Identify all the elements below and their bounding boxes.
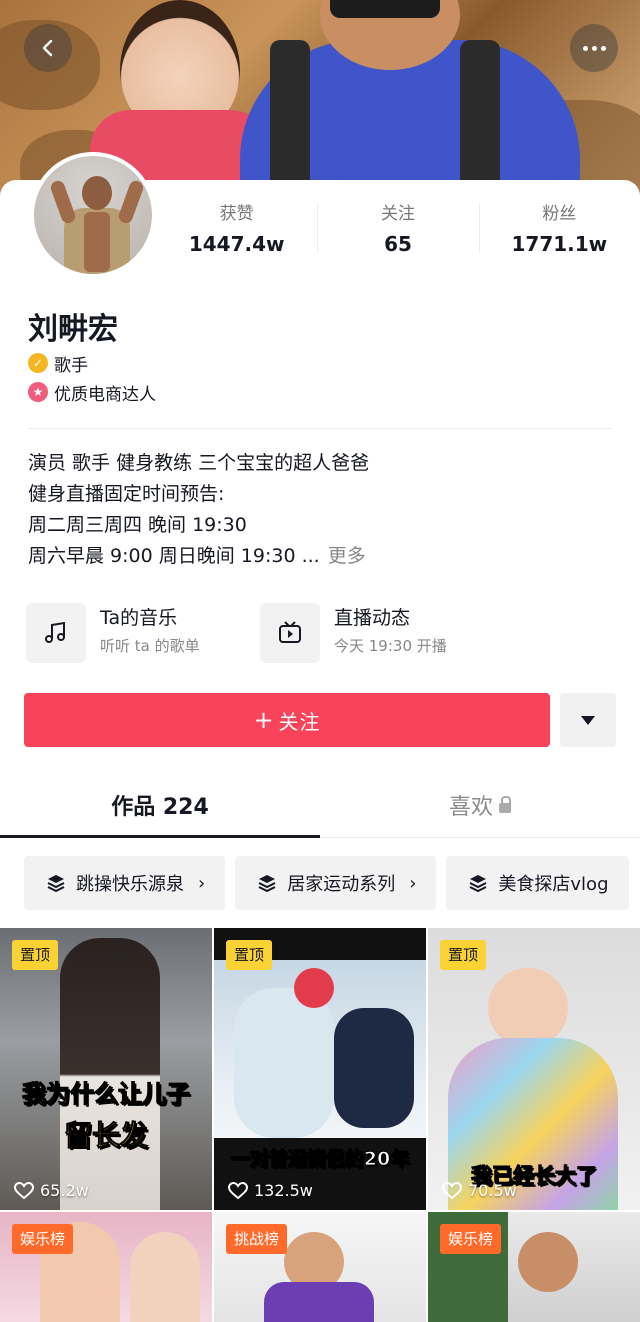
video-thumbnail[interactable]: 娱乐榜 (428, 1212, 640, 1322)
collection-label: 美食探店vlog (498, 874, 609, 895)
tag-label: 歌手 (54, 355, 88, 376)
feature-music[interactable]: Ta的音乐 听听 ta 的歌单 (26, 603, 200, 663)
collection-chips: 跳操快乐源泉 › 居家运动系列 › 美食探店vlog (24, 856, 640, 910)
heart-icon (228, 1181, 248, 1199)
like-count-value: 132.5w (254, 1181, 313, 1200)
music-note-icon (26, 603, 86, 663)
stat-label: 粉丝 (542, 204, 577, 224)
content-tabs: 作品 224 喜欢 (0, 780, 640, 838)
video-thumbnail[interactable]: 置顶 一对普通情侣的20年 132.5w (214, 928, 426, 1210)
more-dots-icon (591, 45, 597, 51)
video-grid: 置顶 我为什么让儿子 留长发 65.2w 置顶 一对普通情侣的20年 132.5… (0, 928, 640, 1322)
chevron-right-icon: › (409, 872, 417, 894)
follow-button[interactable]: + 关注 (24, 693, 550, 747)
profile-tag-singer: ✓ 歌手 (28, 351, 88, 376)
video-caption: 留长发 (63, 1119, 148, 1153)
profile-stats: 获赞 1447.4w 关注 65 粉丝 1771.1w (156, 200, 640, 260)
like-count: 132.5w (228, 1181, 313, 1200)
collection-chip[interactable]: 居家运动系列 › (235, 856, 437, 910)
back-button[interactable] (24, 24, 72, 72)
rank-badge: 娱乐榜 (12, 1224, 74, 1254)
tag-label: 优质电商达人 (54, 384, 156, 405)
chevron-left-icon (42, 39, 53, 57)
bio-line-last: 周六早晨 9:00 周日晚间 19:30 ... 更多 (28, 541, 618, 572)
feature-subtitle: 听听 ta 的歌单 (100, 637, 200, 655)
stat-followers[interactable]: 粉丝 1771.1w (478, 200, 640, 260)
lock-icon (499, 796, 511, 813)
tab-likes[interactable]: 喜欢 (320, 780, 640, 837)
tab-label: 喜欢 (448, 795, 493, 820)
profile-tag-merchant[interactable]: ★ 优质电商达人 (28, 380, 156, 405)
video-thumbnail[interactable]: 娱乐榜 (0, 1212, 212, 1322)
video-caption: 我为什么让儿子 (22, 1080, 191, 1109)
avatar[interactable] (30, 152, 156, 278)
layers-icon (469, 875, 487, 893)
caret-down-icon (581, 715, 595, 725)
profile-name: 刘畊宏 (28, 312, 118, 347)
stat-value: 1771.1w (511, 232, 608, 256)
more-dots-icon (582, 45, 588, 51)
rank-badge: 挑战榜 (226, 1224, 288, 1254)
like-count: 65.2w (14, 1181, 89, 1200)
layers-icon (258, 875, 276, 893)
pinned-badge: 置顶 (12, 940, 59, 970)
chevron-right-icon: › (198, 872, 206, 894)
bio-line: 周二周三周四 晚间 19:30 (28, 514, 247, 536)
stat-label: 关注 (380, 204, 415, 224)
more-dots-icon (600, 45, 606, 51)
pinned-badge: 置顶 (440, 940, 487, 970)
stat-value: 65 (384, 232, 412, 256)
live-tv-icon (260, 603, 320, 663)
heart-icon (14, 1181, 34, 1199)
recommend-dropdown-button[interactable] (560, 693, 616, 747)
tab-works[interactable]: 作品 224 (0, 780, 320, 838)
layers-icon (47, 875, 65, 893)
feature-subtitle: 今天 19:30 开播 (334, 637, 447, 655)
stat-label: 获赞 (219, 204, 254, 224)
stat-following[interactable]: 关注 65 (317, 200, 478, 260)
feature-title: Ta的音乐 (100, 607, 178, 629)
plus-icon: + (253, 706, 275, 734)
follow-label: 关注 (278, 709, 321, 734)
heart-icon (442, 1181, 462, 1199)
bio-more-link[interactable]: 更多 (328, 545, 366, 567)
collection-chip[interactable]: 美食探店vlog (446, 856, 629, 910)
collection-chip[interactable]: 跳操快乐源泉 › (24, 856, 226, 910)
collection-label: 跳操快乐源泉 (76, 874, 184, 895)
profile-bio: 演员 歌手 健身教练 三个宝宝的超人爸爸 健身直播固定时间预告: 周二周三周四 … (28, 448, 618, 572)
video-thumbnail[interactable]: 置顶 我已经长大了 70.5w (428, 928, 640, 1210)
divider (28, 428, 612, 429)
feature-live[interactable]: 直播动态 今天 19:30 开播 (260, 603, 447, 663)
feature-title: 直播动态 (334, 607, 411, 629)
verified-icon: ✓ (28, 353, 48, 373)
more-options-button[interactable] (570, 24, 618, 72)
collection-label: 居家运动系列 (287, 874, 396, 895)
video-thumbnail[interactable]: 置顶 我为什么让儿子 留长发 65.2w (0, 928, 212, 1210)
stat-value: 1447.4w (188, 232, 285, 256)
stat-likes[interactable]: 获赞 1447.4w (156, 200, 317, 260)
video-caption: 一对普通情侣的20年 (230, 1148, 410, 1171)
pinned-badge: 置顶 (226, 940, 273, 970)
video-thumbnail[interactable]: 挑战榜 (214, 1212, 426, 1322)
bio-line: 健身直播固定时间预告: (28, 483, 225, 505)
bio-line: 演员 歌手 健身教练 三个宝宝的超人爸爸 (28, 452, 370, 474)
like-count-value: 70.5w (468, 1181, 517, 1200)
like-count: 70.5w (442, 1181, 517, 1200)
rank-badge: 娱乐榜 (440, 1224, 502, 1254)
like-count-value: 65.2w (40, 1181, 89, 1200)
bio-line: 周六早晨 9:00 周日晚间 19:30 ... (28, 545, 320, 567)
star-badge-icon: ★ (28, 382, 48, 402)
